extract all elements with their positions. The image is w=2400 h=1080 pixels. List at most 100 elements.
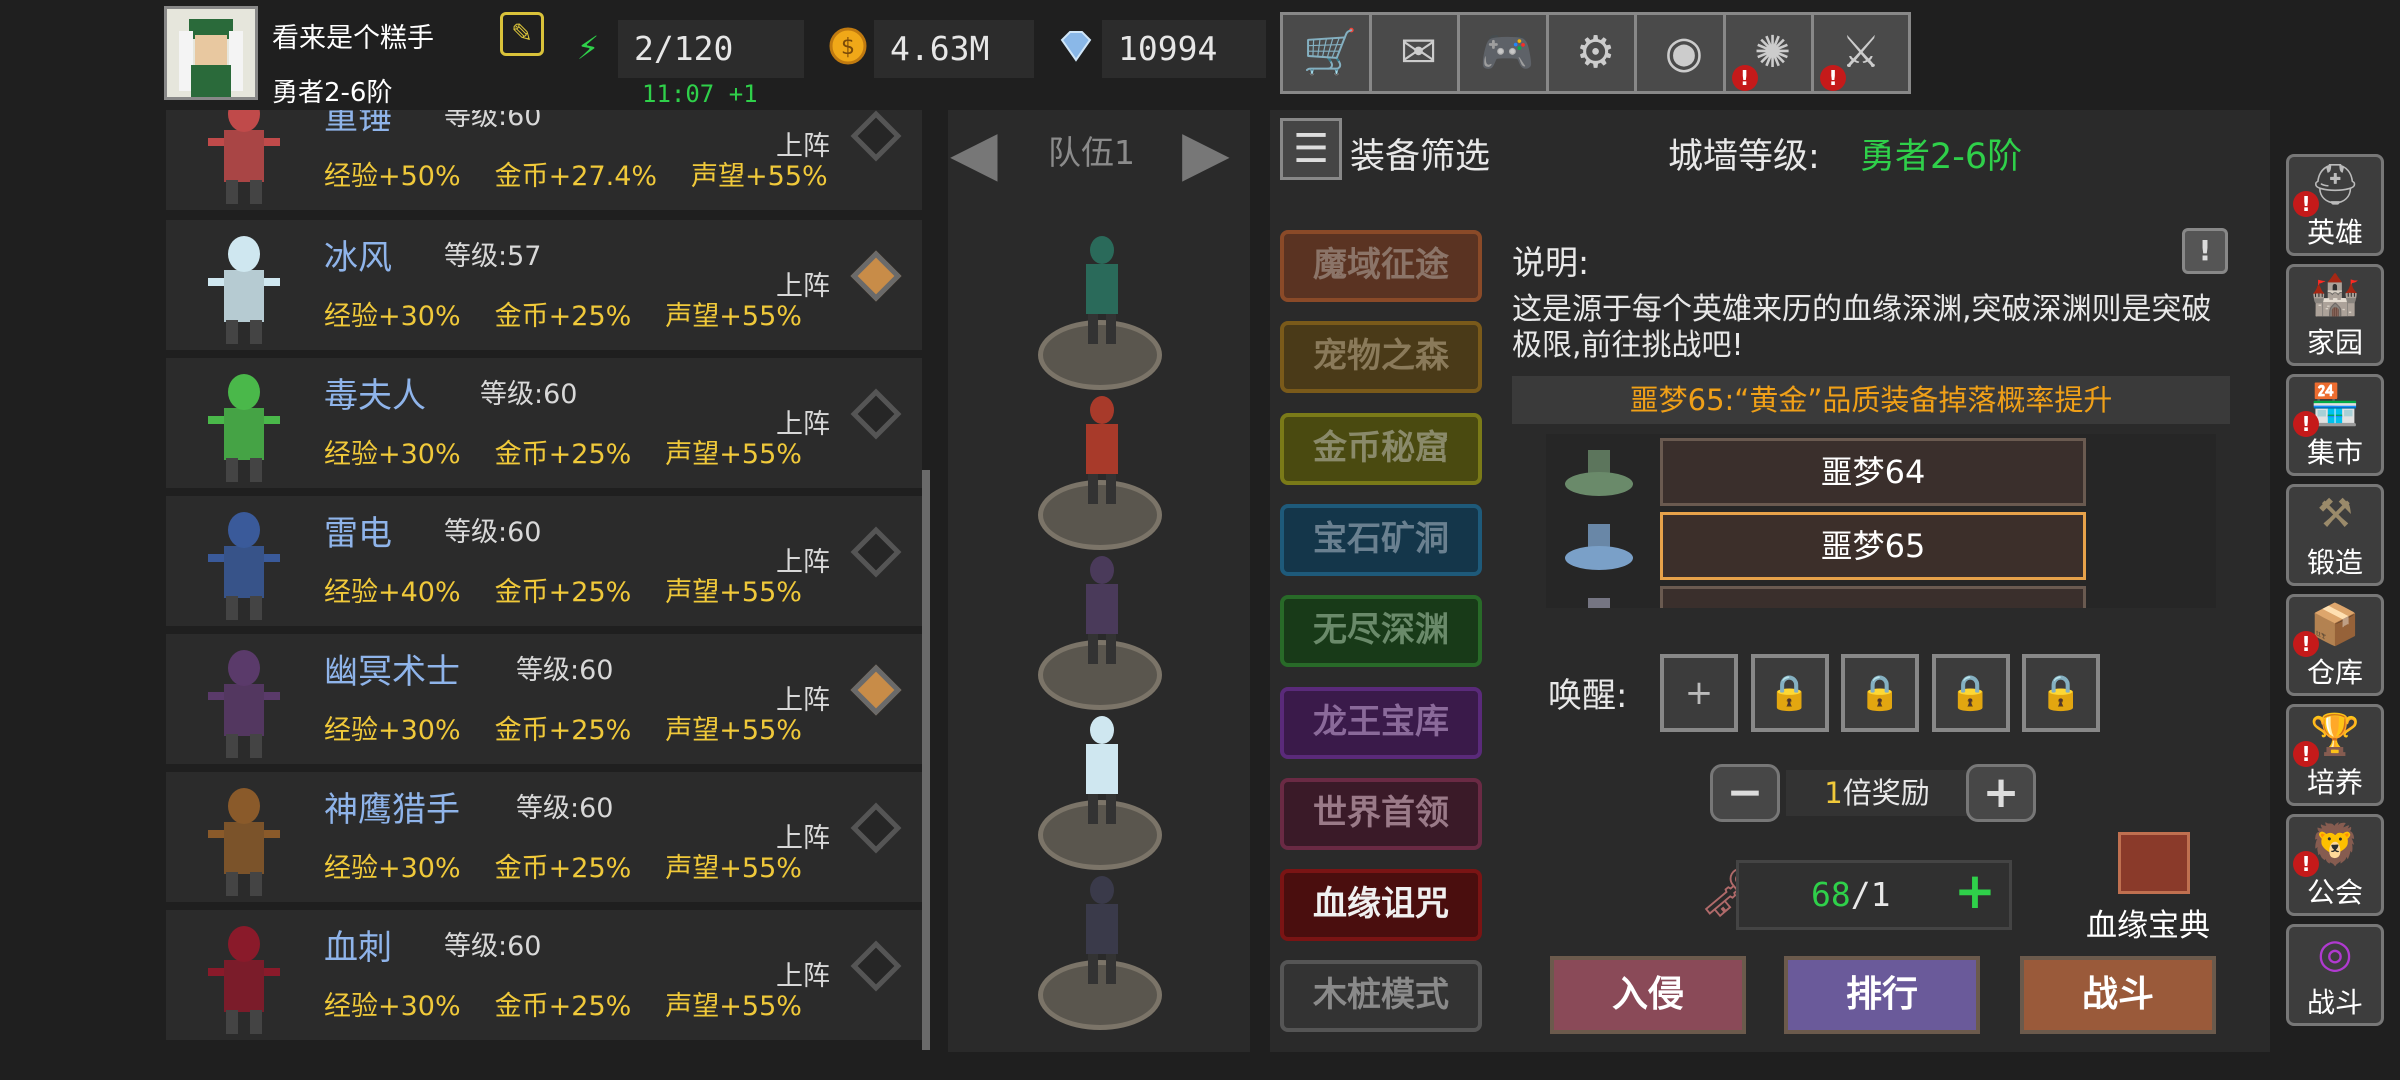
fireworks-icon: ✺: [1754, 27, 1791, 78]
action-button-3[interactable]: 战斗: [2020, 956, 2216, 1034]
hero-stat-exp: 经验+50%: [324, 161, 461, 192]
hero-stat-gold: 金币+25%: [494, 715, 632, 746]
team-member-figure[interactable]: [1062, 550, 1142, 670]
awaken-locked-slot[interactable]: 🔒: [1750, 654, 1829, 732]
fireworks-button[interactable]: ✺!: [1722, 12, 1823, 94]
side-nav-label: 锻造: [2306, 546, 2363, 579]
lock-icon: 🔒: [2039, 673, 2083, 713]
side-nav-icon: ◎: [2317, 931, 2353, 977]
shop-cart-button[interactable]: 🛒: [1280, 12, 1380, 94]
info-icon[interactable]: !: [2182, 228, 2228, 274]
deploy-toggle[interactable]: [850, 802, 902, 854]
hero-row[interactable]: 冰风 等级:57 经验+30% 金币+25% 声望+55% 上阵: [166, 220, 922, 350]
deploy-label: 上阵: [776, 961, 830, 992]
mode-button[interactable]: 宝石矿洞: [1280, 503, 1482, 576]
hero-row[interactable]: 血刺 等级:60 经验+30% 金币+25% 声望+55% 上阵: [166, 910, 922, 1040]
side-nav-label: 公会: [2306, 876, 2363, 909]
edit-icon[interactable]: ✎: [500, 12, 544, 56]
difficulty-level-icon: [1558, 440, 1640, 502]
equipment-filter-label[interactable]: 装备筛选: [1350, 128, 1490, 179]
side-nav-button[interactable]: ⛑ 英雄!: [2286, 154, 2384, 256]
hero-name: 重锤: [324, 110, 392, 138]
awaken-locked-slot[interactable]: 🔒: [2022, 654, 2100, 732]
team-member-figure[interactable]: [1062, 390, 1142, 510]
side-nav-button[interactable]: ⚒ 锻造: [2286, 484, 2384, 586]
bloodline-codex-label[interactable]: 血缘宝典: [2086, 900, 2210, 945]
awaken-locked-slot[interactable]: 🔒: [1931, 654, 2010, 732]
mode-button[interactable]: 魔域征途: [1280, 230, 1482, 302]
hero-row[interactable]: 神鹰猎手 等级:60 经验+30% 金币+25% 声望+55% 上阵: [166, 772, 922, 902]
description-text: 这是源于每个英雄来历的血缘深渊,突破深渊则是突破极限,前往挑战吧!: [1512, 292, 2212, 363]
mode-button[interactable]: 宠物之森: [1280, 321, 1482, 394]
multiplier-display: 1倍奖励: [1786, 770, 1968, 816]
hero-row[interactable]: 幽冥术士 等级:60 经验+30% 金币+25% 声望+55% 上阵: [166, 634, 922, 764]
awaken-locked-slot[interactable]: 🔒: [1841, 654, 1919, 732]
hero-list[interactable]: 重锤 等级:60 经验+50% 金币+27.4% 声望+55% 上阵 冰风 等级:57 经验+3…: [166, 110, 926, 1052]
mail-button[interactable]: ✉: [1368, 12, 1469, 94]
deploy-toggle[interactable]: [850, 664, 902, 716]
team-member-figure[interactable]: [1062, 710, 1142, 830]
hero-stat-gold: 金币+25%: [494, 577, 632, 608]
player-avatar[interactable]: [164, 6, 258, 100]
difficulty-level-list[interactable]: 噩梦64 噩梦65: [1546, 434, 2216, 608]
action-button-2[interactable]: 排行: [1784, 956, 1980, 1034]
decrease-multiplier-button[interactable]: −: [1710, 764, 1780, 822]
difficulty-level-row[interactable]: 噩梦64: [1660, 438, 2086, 506]
filter-menu-icon[interactable]: ☰: [1280, 118, 1342, 180]
mail-icon: ✉: [1400, 27, 1437, 78]
mode-button[interactable]: 血缘诅咒: [1280, 869, 1482, 942]
hero-list-scrollbar[interactable]: [922, 470, 930, 1050]
add-attempts-button[interactable]: +: [1954, 862, 1996, 920]
deploy-toggle[interactable]: [850, 940, 902, 992]
wall-level-value: 勇者2-6阶: [1860, 137, 2023, 177]
hero-stats: 经验+30% 金币+25% 声望+55%: [324, 294, 836, 333]
difficulty-level-row[interactable]: [1660, 586, 2086, 608]
increase-multiplier-button[interactable]: +: [1966, 764, 2036, 822]
difficulty-level-row[interactable]: 噩梦65: [1660, 512, 2086, 580]
prev-team-arrow-icon[interactable]: ◀: [950, 116, 998, 189]
aperture-button[interactable]: ◉: [1634, 12, 1734, 94]
side-nav-button[interactable]: ◎ 战斗: [2286, 924, 2384, 1026]
hero-stat-gold: 金币+27.4%: [494, 161, 658, 192]
next-team-arrow-icon[interactable]: ▶: [1182, 116, 1230, 189]
diamond-icon: [1054, 26, 1098, 70]
side-nav-button[interactable]: 📦 仓库!: [2286, 594, 2384, 696]
plus-icon: +: [1684, 673, 1714, 713]
deploy-toggle[interactable]: [850, 526, 902, 578]
action-button-1[interactable]: 入侵: [1550, 956, 1746, 1034]
mode-button[interactable]: 无尽深渊: [1280, 595, 1482, 668]
awaken-add-slot[interactable]: +: [1660, 654, 1738, 732]
team-label: 队伍1: [1048, 133, 1135, 172]
side-nav-button[interactable]: 🏪 集市!: [2286, 374, 2384, 476]
hero-stat-fame: 声望+55%: [665, 715, 802, 746]
multiplier-number: 1: [1824, 776, 1843, 810]
hero-stat-exp: 经验+40%: [324, 577, 461, 608]
team-member-figure[interactable]: [1062, 870, 1142, 990]
hero-row[interactable]: 毒夫人 等级:60 经验+30% 金币+25% 声望+55% 上阵: [166, 358, 922, 488]
mode-button[interactable]: 金币秘窟: [1280, 412, 1482, 485]
hero-portrait: [188, 914, 300, 1038]
side-nav-label: 集市: [2306, 436, 2363, 469]
bloodline-codex-book-icon[interactable]: [2118, 832, 2190, 894]
mode-button[interactable]: 世界首领: [1280, 777, 1482, 850]
hero-stats: 经验+30% 金币+25% 声望+55%: [324, 432, 836, 471]
lightning-icon: ⚡: [576, 29, 600, 67]
hero-row[interactable]: 雷电 等级:60 经验+40% 金币+25% 声望+55% 上阵: [166, 496, 922, 626]
side-nav-label: 培养: [2306, 766, 2363, 799]
mode-button[interactable]: 木桩模式: [1280, 960, 1482, 1033]
side-nav-button[interactable]: 🏆 培养!: [2286, 704, 2384, 806]
side-nav-button[interactable]: 🏰 家园: [2286, 264, 2384, 366]
description-title: 说明:: [1512, 243, 1590, 282]
deploy-toggle[interactable]: [850, 250, 902, 302]
hero-name: 毒夫人: [324, 376, 426, 416]
side-nav-button[interactable]: 🦁 公会!: [2286, 814, 2384, 916]
mode-button[interactable]: 龙王宝库: [1280, 686, 1482, 759]
gamepad-button[interactable]: 🎮: [1457, 12, 1557, 94]
deploy-toggle[interactable]: [850, 388, 902, 440]
team-member-figure[interactable]: [1062, 230, 1142, 350]
hero-stat-exp: 经验+30%: [324, 715, 461, 746]
deploy-label: 上阵: [776, 131, 830, 162]
hero-row[interactable]: 重锤 等级:60 经验+50% 金币+27.4% 声望+55% 上阵: [166, 110, 922, 210]
crossed-swords-button[interactable]: ⚔!: [1811, 12, 1911, 94]
settings-button[interactable]: ⚙: [1545, 12, 1646, 94]
